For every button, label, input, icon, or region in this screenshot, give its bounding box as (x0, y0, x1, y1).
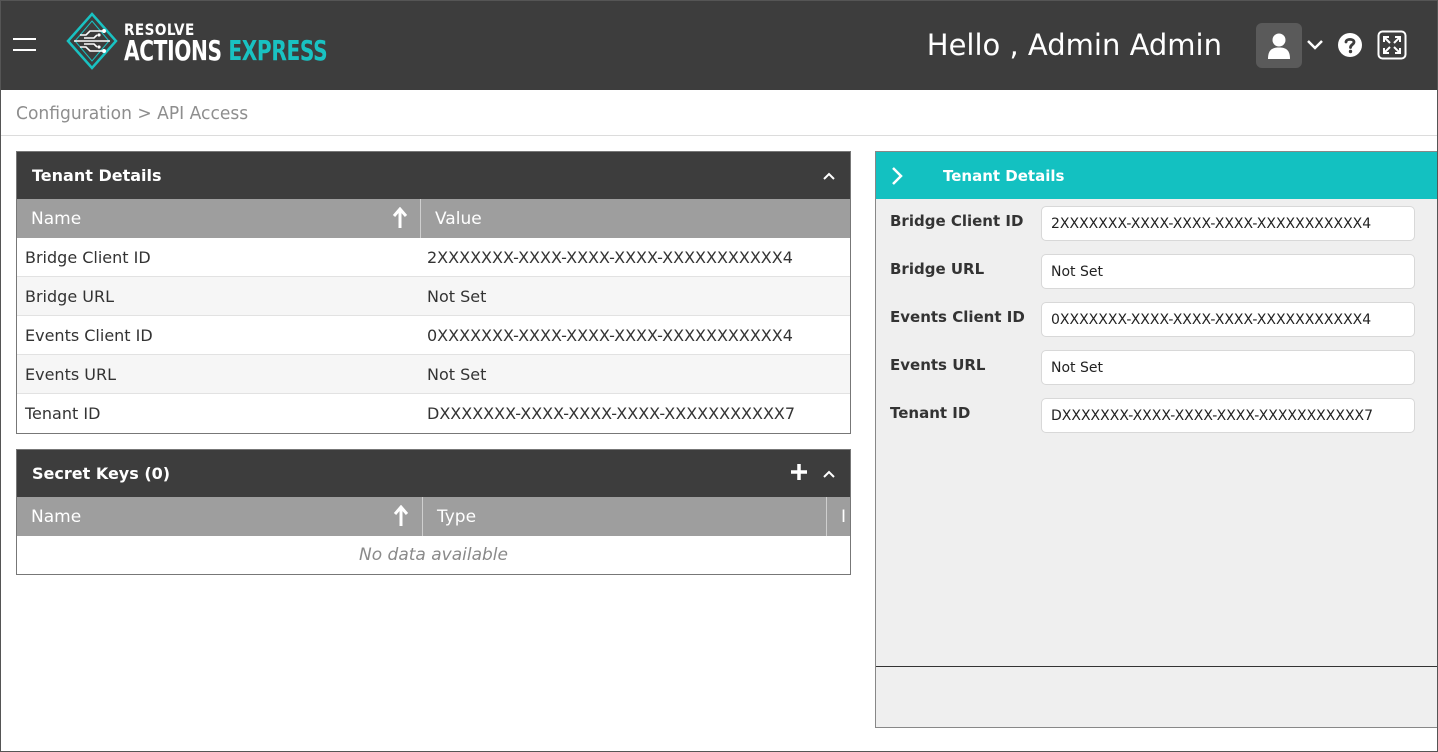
secret-keys-header: Secret Keys (0) (17, 450, 850, 497)
tenant-details-header: Tenant Details (17, 152, 850, 199)
column-header-truncated[interactable]: I (827, 497, 850, 536)
side-panel-title: Tenant Details (943, 167, 1065, 185)
bridge-client-id-field[interactable] (1041, 206, 1415, 241)
cell-name: Events URL (25, 365, 116, 384)
sort-ascending-arrow-icon[interactable] (393, 504, 409, 527)
table-row[interactable]: Bridge Client ID 2XXXXXXX-XXXX-XXXX-XXXX… (17, 238, 850, 277)
logo-word-express: EXPRESS (228, 34, 328, 67)
panel-title: Tenant Details (32, 166, 162, 185)
top-bar: RESOLVE ACTIONS EXPRESS Hello , Admin Ad… (0, 0, 1438, 90)
cell-value: DXXXXXXX-XXXX-XXXX-XXXX-XXXXXXXXXXX7 (427, 404, 796, 423)
events-client-id-field[interactable] (1041, 302, 1415, 337)
cell-name: Tenant ID (25, 404, 101, 423)
help-icon[interactable] (1337, 32, 1363, 58)
breadcrumb[interactable]: Configuration > API Access (16, 103, 248, 124)
cell-value: Not Set (427, 365, 487, 384)
field-label-events-url: Events URL (890, 356, 986, 374)
cell-value: 2XXXXXXX-XXXX-XXXX-XXXX-XXXXXXXXXXX4 (427, 248, 793, 267)
table-row[interactable]: Events URL Not Set (17, 355, 850, 394)
side-panel-header: Tenant Details (876, 152, 1438, 199)
logo-word-actions: ACTIONS (124, 34, 222, 67)
tenant-details-side-panel: Tenant Details Bridge Client ID Bridge U… (875, 151, 1438, 728)
tenant-grid-column-header: Name Value (17, 199, 850, 238)
table-row[interactable]: Tenant ID DXXXXXXX-XXXX-XXXX-XXXX-XXXXXX… (17, 394, 850, 433)
events-url-field[interactable] (1041, 350, 1415, 385)
column-header-name[interactable]: Name (17, 497, 422, 536)
field-label-bridge-url: Bridge URL (890, 260, 985, 278)
user-menu-chevron-down-icon[interactable] (1306, 37, 1324, 53)
breadcrumb-bar: Configuration > API Access (0, 90, 1438, 136)
fullscreen-expand-icon[interactable] (1377, 30, 1407, 60)
panel-title: Secret Keys (0) (32, 464, 171, 483)
secret-keys-column-header: Name Type I (17, 497, 850, 536)
app-logo[interactable]: RESOLVE ACTIONS EXPRESS (66, 12, 328, 70)
user-icon (1268, 33, 1290, 59)
field-label-tenant-id: Tenant ID (890, 404, 971, 422)
cell-name: Events Client ID (25, 326, 153, 345)
collapse-panel-chevron-right-icon[interactable] (890, 166, 904, 186)
greeting-text: Hello , Admin Admin (926, 28, 1222, 62)
empty-state-text: No data available (359, 545, 508, 565)
field-label-bridge-client-id: Bridge Client ID (890, 212, 1024, 230)
column-header-name[interactable]: Name (17, 199, 420, 238)
cell-name: Bridge Client ID (25, 248, 151, 267)
cell-value: 0XXXXXXX-XXXX-XXXX-XXXX-XXXXXXXXXXX4 (427, 326, 793, 345)
logo-text-bottom: ACTIONS EXPRESS (124, 34, 328, 67)
tenant-id-field[interactable] (1041, 398, 1415, 433)
field-label-events-client-id: Events Client ID (890, 308, 1025, 326)
side-panel-footer-divider (876, 666, 1438, 667)
bridge-url-field[interactable] (1041, 254, 1415, 289)
collapse-chevron-up-icon[interactable] (822, 467, 836, 479)
secret-keys-panel: Secret Keys (0) Name Type I No data avai… (16, 449, 851, 575)
table-row[interactable]: Bridge URL Not Set (17, 277, 850, 316)
table-row[interactable]: Events Client ID 0XXXXXXX-XXXX-XXXX-XXXX… (17, 316, 850, 355)
collapse-chevron-up-icon[interactable] (822, 169, 836, 181)
column-header-value[interactable]: Value (421, 199, 851, 238)
cell-name: Bridge URL (25, 287, 114, 306)
cell-value: Not Set (427, 287, 487, 306)
tenant-details-panel: Tenant Details Name Value Bridge Client … (16, 151, 851, 434)
user-avatar-button[interactable] (1256, 23, 1302, 68)
sort-ascending-arrow-icon[interactable] (392, 206, 408, 229)
add-secret-key-plus-icon[interactable] (790, 463, 808, 481)
logo-diamond-icon (66, 12, 118, 70)
hamburger-menu-icon[interactable] (13, 36, 37, 54)
column-header-type[interactable]: Type (423, 497, 826, 536)
